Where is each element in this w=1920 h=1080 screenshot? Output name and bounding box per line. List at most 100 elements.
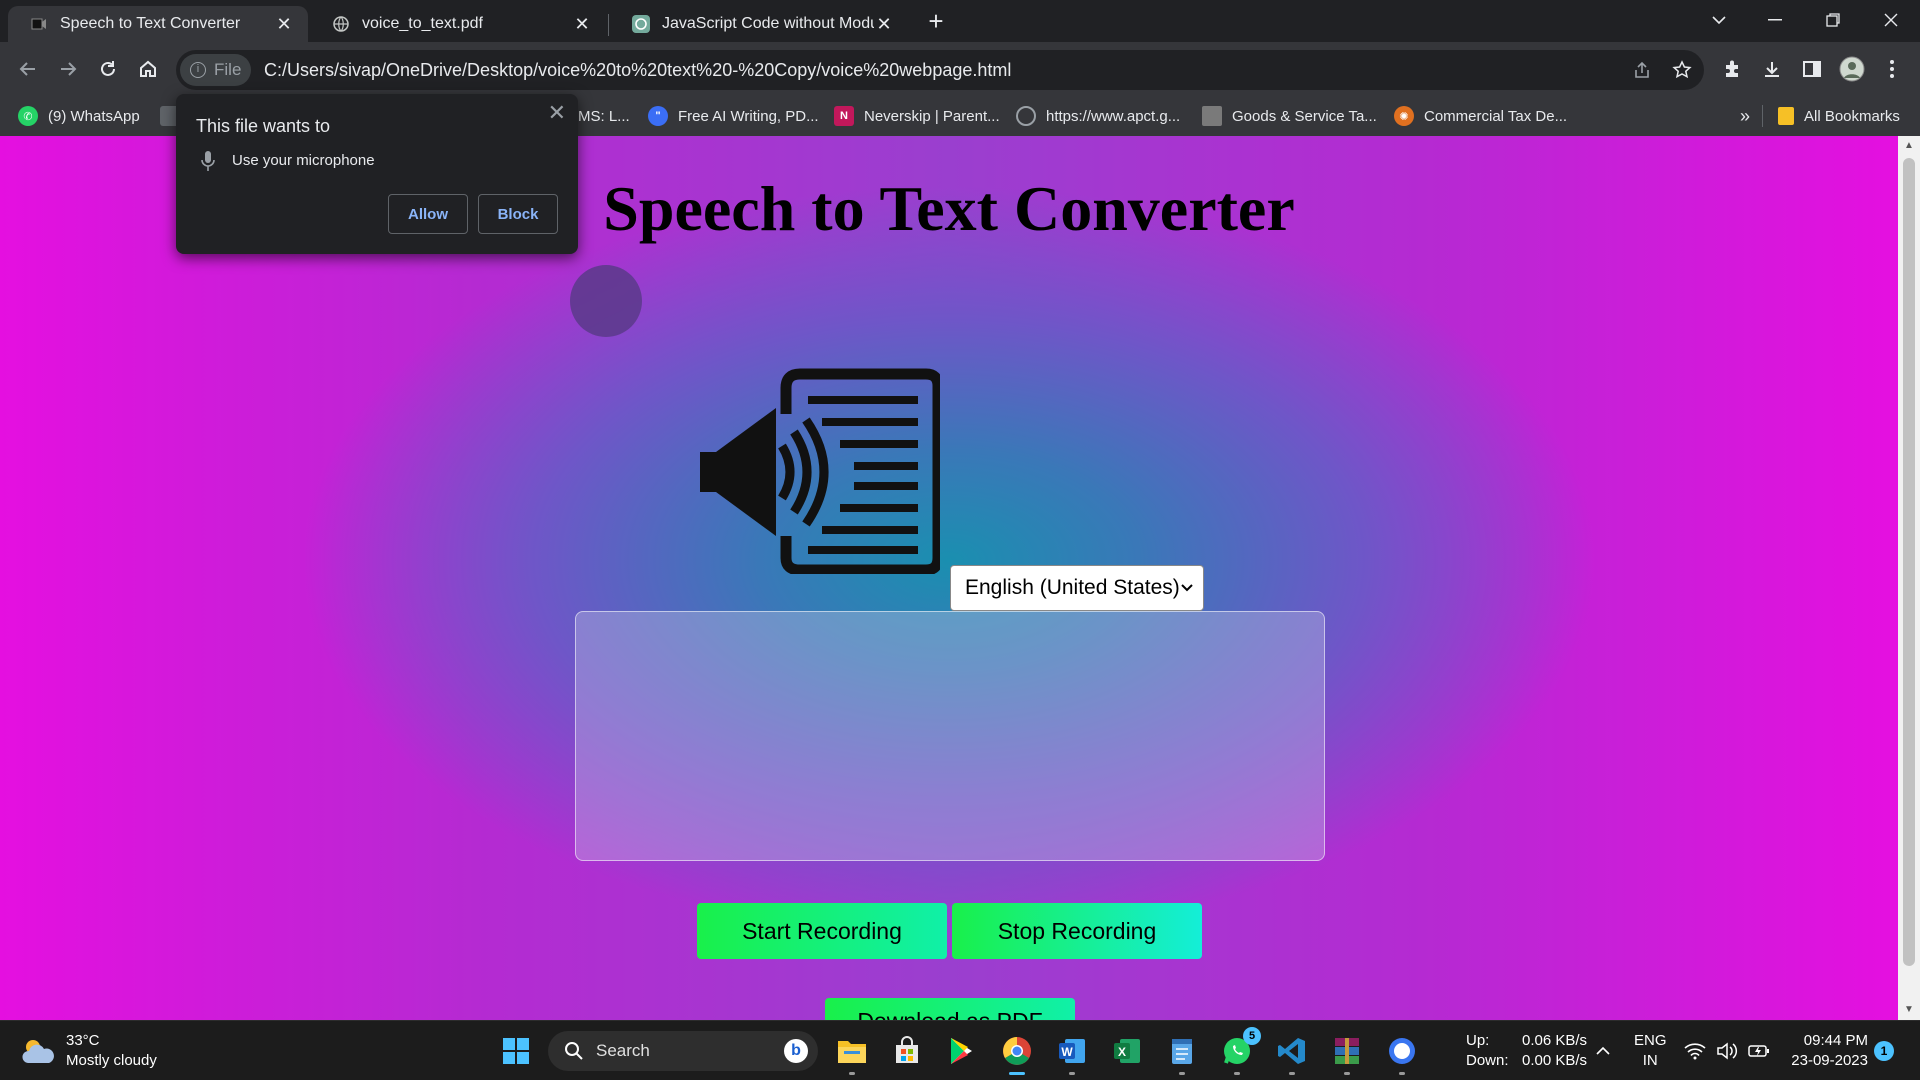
tab-close-icon[interactable]: ✕ [274, 14, 294, 35]
back-button[interactable] [10, 51, 46, 87]
start-button[interactable] [498, 1033, 534, 1069]
svg-text:X: X [1118, 1045, 1126, 1059]
bookmark-gst[interactable]: Goods & Service Ta... [1202, 105, 1377, 127]
volume-icon[interactable] [1712, 1033, 1742, 1069]
whatsapp-badge: 5 [1243, 1027, 1261, 1045]
side-panel-icon[interactable] [1798, 55, 1826, 83]
page-viewport: Speech to Text Converter English (United… [0, 136, 1898, 1020]
wifi-icon[interactable] [1680, 1033, 1710, 1069]
bookmark-label: https://www.apct.g... [1046, 107, 1181, 125]
scroll-up-arrow[interactable]: ▲ [1898, 136, 1920, 156]
home-button[interactable] [130, 51, 166, 87]
tab-speech-to-text[interactable]: Speech to Text Converter ✕ [8, 6, 308, 42]
google-play-icon[interactable] [944, 1033, 980, 1069]
system-clock[interactable]: 09:44 PM 23-09-2023 [1786, 1031, 1868, 1071]
language-code: ENG [1634, 1032, 1667, 1049]
menu-kebab-icon[interactable] [1878, 55, 1906, 83]
weather-temp: 33°C [66, 1032, 100, 1049]
close-window-button[interactable] [1862, 0, 1920, 40]
tab-voice-pdf[interactable]: voice_to_text.pdf ✕ [310, 6, 606, 42]
bookmark-commercial-tax[interactable]: ✺ Commercial Tax De... [1394, 105, 1567, 127]
stop-recording-button[interactable]: Stop Recording [952, 903, 1202, 959]
notepad-icon[interactable] [1164, 1033, 1200, 1075]
more-bookmarks-button[interactable]: » [1740, 105, 1750, 127]
bookmark-label: Free AI Writing, PD... [678, 107, 819, 125]
globe-icon [1016, 106, 1036, 126]
microphone-permission-popup: This file wants to ✕ Use your microphone… [176, 94, 578, 254]
excel-icon[interactable]: X [1109, 1033, 1145, 1069]
reload-button[interactable] [90, 51, 126, 87]
block-button[interactable]: Block [478, 194, 558, 234]
url-text[interactable]: C:/Users/sivap/OneDrive/Desktop/voice%20… [264, 60, 1011, 81]
scroll-thumb[interactable] [1903, 158, 1915, 966]
tab-close-icon[interactable]: ✕ [572, 14, 592, 35]
chevron-up-icon[interactable] [1588, 1033, 1618, 1069]
extensions-icon[interactable] [1718, 55, 1746, 83]
bookmark-neverskip[interactable]: N Neverskip | Parent... [834, 105, 1000, 127]
close-icon[interactable]: ✕ [548, 100, 566, 126]
page-scrollbar[interactable]: ▲ ▼ [1898, 136, 1920, 1020]
tab-close-icon[interactable]: ✕ [874, 14, 894, 35]
chevron-down-icon [1181, 584, 1193, 592]
clock-date: 23-09-2023 [1791, 1052, 1868, 1069]
minimize-button[interactable] [1746, 0, 1804, 40]
start-recording-button[interactable]: Start Recording [697, 903, 947, 959]
taskbar-search[interactable]: Search b [548, 1031, 818, 1071]
gst-icon [1202, 106, 1222, 126]
microsoft-store-icon[interactable] [889, 1033, 925, 1069]
winrar-icon[interactable] [1329, 1033, 1365, 1075]
share-icon[interactable] [1628, 56, 1656, 84]
running-indicator [1289, 1072, 1295, 1075]
folder-icon [1778, 107, 1794, 125]
bookmark-label: (9) WhatsApp [48, 107, 140, 125]
language-select[interactable]: English (United States) [950, 565, 1204, 611]
new-tab-button[interactable]: + [922, 6, 950, 36]
whatsapp-icon[interactable]: 5 [1219, 1027, 1261, 1075]
download-icon[interactable] [1758, 55, 1786, 83]
tab-strip: Speech to Text Converter ✕ voice_to_text… [0, 0, 1920, 42]
cloudy-weather-icon [22, 1040, 54, 1063]
bookmark-free-ai-writing[interactable]: " Free AI Writing, PD... [648, 105, 819, 127]
upload-label: Up: [1466, 1032, 1490, 1049]
search-placeholder: Search [596, 1041, 650, 1060]
permission-description: Use your microphone [232, 152, 375, 169]
scroll-down-arrow[interactable]: ▼ [1898, 1000, 1920, 1020]
tab-javascript-code[interactable]: JavaScript Code without Module ✕ [610, 6, 908, 42]
clock-time: 09:44 PM [1803, 1032, 1868, 1049]
transcript-textarea[interactable] [575, 611, 1325, 861]
notification-badge[interactable]: 1 [1874, 1041, 1894, 1061]
input-language-indicator[interactable]: ENG IN [1634, 1031, 1667, 1071]
bookmark-apct[interactable]: https://www.apct.g... [1016, 105, 1180, 127]
site-info-chip[interactable]: i File [180, 54, 252, 86]
permission-title: This file wants to [196, 116, 331, 136]
tab-title: Speech to Text Converter [60, 15, 241, 32]
region-code: IN [1642, 1052, 1658, 1069]
running-indicator [1009, 1072, 1025, 1075]
search-icon [565, 1042, 583, 1060]
bookmark-star-icon[interactable] [1668, 56, 1696, 84]
file-explorer-icon[interactable] [834, 1033, 870, 1075]
signal-icon[interactable] [1384, 1033, 1420, 1075]
battery-icon[interactable] [1744, 1033, 1774, 1069]
running-indicator [1344, 1072, 1350, 1075]
word-icon[interactable]: W [1054, 1033, 1090, 1075]
weather-condition: Mostly cloudy [66, 1052, 157, 1069]
tab-title: JavaScript Code without Module [662, 15, 874, 32]
tab-search-button[interactable] [1690, 0, 1748, 40]
vscode-icon[interactable] [1274, 1033, 1310, 1075]
language-select-value: English (United States) [965, 576, 1180, 599]
bookmark-whatsapp[interactable]: ✆ (9) WhatsApp [18, 105, 140, 127]
tab-separator [608, 14, 609, 36]
profile-avatar[interactable] [1838, 55, 1866, 83]
restore-button[interactable] [1804, 0, 1862, 40]
all-bookmarks-button[interactable]: All Bookmarks [1778, 105, 1900, 127]
forward-button[interactable] [50, 51, 86, 87]
bookmark-label: Neverskip | Parent... [864, 107, 1000, 125]
weather-widget[interactable]: 33°C Mostly cloudy [20, 1031, 157, 1071]
address-bar[interactable]: i File C:/Users/sivap/OneDrive/Desktop/v… [176, 50, 1704, 90]
chrome-icon[interactable] [999, 1033, 1035, 1075]
download-pdf-button[interactable]: Download as PDF [825, 998, 1075, 1020]
tab-title: voice_to_text.pdf [362, 15, 483, 32]
microphone-icon [201, 151, 215, 171]
allow-button[interactable]: Allow [388, 194, 468, 234]
